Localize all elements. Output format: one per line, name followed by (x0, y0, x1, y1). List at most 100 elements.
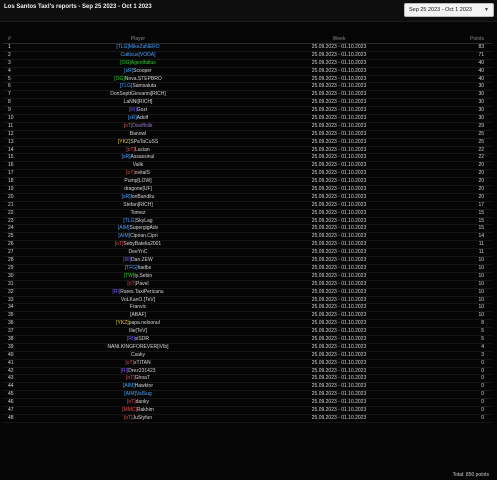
player-name[interactable]: Tomez (131, 210, 146, 216)
player-clan-tag: [oT] (123, 122, 133, 129)
player-name[interactable]: ovitalS (135, 170, 150, 176)
player-clan-tag: [TLG] (123, 217, 136, 224)
player-name[interactable]: Lucian (135, 147, 150, 153)
player-name[interactable]: SPaTaCuSS (130, 139, 158, 145)
player-name[interactable]: Dzeiffolik (132, 123, 152, 129)
week-period-select[interactable]: Sep 25 2023 - Oct 1 2023 ▼ (404, 3, 494, 17)
player-cell: VoLKanO.[TeV] (63, 297, 213, 305)
row-week: 25.09.2023 - 01.10.2023 (311, 375, 367, 382)
row-index: 8 (8, 99, 11, 106)
row-index: 22 (8, 209, 14, 216)
table-row: 45 [AIM]ValSug 25.09.2023 - 01.10.2023 0 (3, 391, 492, 400)
player-name[interactable]: dragone[UF] (124, 186, 152, 192)
row-week: 25.09.2023 - 01.10.2023 (311, 320, 367, 327)
player-name[interactable]: Pavel (136, 281, 149, 287)
player-name[interactable]: [ABAF] (130, 312, 146, 318)
row-points: 10 (478, 272, 484, 279)
player-name[interactable]: danky (136, 399, 149, 405)
player-name[interactable]: xTITAN (134, 360, 151, 366)
player-name[interactable]: IonBanditu (130, 194, 154, 200)
player-name[interactable]: NANI.KINGFOREVER[iVIb] (107, 344, 168, 350)
player-name[interactable]: Stefan[RICH] (123, 202, 152, 208)
player-name[interactable]: papa.nelsonul (129, 320, 160, 326)
player-clan-tag: [RI] (128, 107, 137, 114)
player-cell: [TLG]SkyLag (63, 218, 213, 226)
player-name[interactable]: Banowl (130, 131, 146, 137)
player-name[interactable]: Nova.STEPBRO (125, 76, 162, 82)
player-name[interactable]: Drez231423 (128, 368, 155, 374)
player-name[interactable]: Adolf (137, 115, 148, 121)
player-name[interactable]: hadbs (138, 265, 152, 271)
player-name[interactable]: MikeZaNERO (129, 44, 160, 50)
player-name[interactable]: SebyBatelia2001 (123, 241, 161, 247)
row-week: 25.09.2023 - 01.10.2023 (311, 138, 367, 145)
row-points: 0 (481, 391, 484, 398)
player-name[interactable]: ty.Sebin (134, 273, 152, 279)
player-name[interactable]: Rares.TaxiPericanu (120, 289, 163, 295)
row-index: 19 (8, 186, 14, 193)
player-name[interactable]: Assassinul (130, 154, 154, 160)
row-week: 25.09.2023 - 01.10.2023 (311, 162, 367, 169)
row-points: 20 (478, 170, 484, 177)
table-row: 43 [oT]GhoaT 25.09.2023 - 01.10.2023 0 (3, 375, 492, 384)
player-name[interactable]: SkyLag (136, 218, 153, 224)
row-points: 30 (478, 83, 484, 90)
player-name[interactable]: SupergigAdv (130, 225, 159, 231)
player-name[interactable]: Dan.ZEW (131, 257, 153, 263)
player-name[interactable]: Csaky (131, 352, 145, 358)
player-name[interactable]: xiSDR (135, 336, 149, 342)
player-name[interactable]: Gozi (137, 107, 147, 113)
row-week: 25.09.2023 - 01.10.2023 (311, 130, 367, 137)
table-row: 33 VoLKanO.[TeV] 25.09.2023 - 01.10.2023 10 (3, 297, 492, 305)
player-name[interactable]: Agentfaltus (131, 60, 156, 66)
player-name[interactable]: Ciprian.Cipri (130, 233, 158, 239)
player-name[interactable]: DeeYnC (129, 249, 148, 255)
row-index: 29 (8, 264, 14, 271)
row-week: 25.09.2023 - 01.10.2023 (311, 399, 367, 406)
row-week: 25.09.2023 - 01.10.2023 (311, 335, 367, 342)
player-cell: DeeYnC (63, 249, 213, 257)
row-week: 25.09.2023 - 01.10.2023 (311, 91, 367, 98)
table-row: 28 [RI]Dan.ZEW 25.09.2023 - 01.10.2023 10 (3, 257, 492, 265)
player-name[interactable]: Hawktor (135, 383, 153, 389)
row-points: 40 (478, 59, 484, 66)
report-table: # Player Week Points 1 [TLG]MikeZaNERO 25.… (3, 35, 492, 423)
player-name[interactable]: Ilie[TeV] (129, 328, 147, 334)
table-row: 17 [oT]ovitalS 25.09.2023 - 01.10.2023 20 (3, 170, 492, 179)
table-row: 37 Ilie[TeV] 25.09.2023 - 01.10.2023 5 (3, 328, 492, 336)
player-cell: Valik (63, 162, 213, 170)
table-row: 9 [RI]Gozi 25.09.2023 - 01.10.2023 30 (3, 107, 492, 116)
row-week: 25.09.2023 - 01.10.2023 (311, 122, 367, 129)
player-name[interactable]: VoLKanO.[TeV] (121, 297, 155, 303)
row-index: 6 (8, 83, 11, 90)
row-index: 27 (8, 249, 14, 256)
player-name[interactable]: Rakhim (137, 407, 154, 413)
row-index: 32 (8, 288, 14, 295)
player-cell: Ilie[TeV] (63, 328, 213, 336)
player-name[interactable]: Pump[LOW] (124, 178, 151, 184)
row-points: 17 (478, 201, 484, 208)
table-body: 1 [TLG]MikeZaNERO 25.09.2023 - 01.10.2023 8… (3, 44, 492, 423)
row-points: 0 (481, 359, 484, 366)
player-cell: [oT]SebyBatelia2001 (63, 241, 213, 249)
player-name[interactable]: Catticus[VODA] (120, 52, 155, 58)
player-name[interactable]: LaNNi[RICH] (124, 99, 153, 105)
player-clan-tag: [oT] (127, 280, 137, 287)
player-name[interactable]: ValSug (136, 391, 152, 397)
column-header-points: Points (470, 36, 484, 42)
row-index: 2 (8, 51, 11, 58)
player-cell: Stefan[RICH] (63, 202, 213, 210)
chevron-down-icon: ▼ (484, 7, 489, 13)
player-name[interactable]: Franvic (130, 304, 146, 310)
player-name[interactable]: DonSepttGiovanni[RICH] (110, 91, 166, 97)
player-name[interactable]: Samsaluta (132, 83, 156, 89)
row-index: 45 (8, 391, 14, 398)
player-cell: [oT]Lucian (63, 147, 213, 155)
table-row: 41 [oT]xTITAN 25.09.2023 - 01.10.2023 0 (3, 360, 492, 368)
table-row: 42 [RI]Drez231423 25.09.2023 - 01.10.2023 0 (3, 368, 492, 376)
player-name[interactable]: JuStyfun (133, 415, 152, 421)
player-name[interactable]: GhoaT (135, 375, 150, 381)
player-name[interactable]: Scooper (133, 68, 152, 74)
player-cell: [oT]Dzeiffolik (63, 123, 213, 131)
player-name[interactable]: Valik (133, 162, 143, 168)
